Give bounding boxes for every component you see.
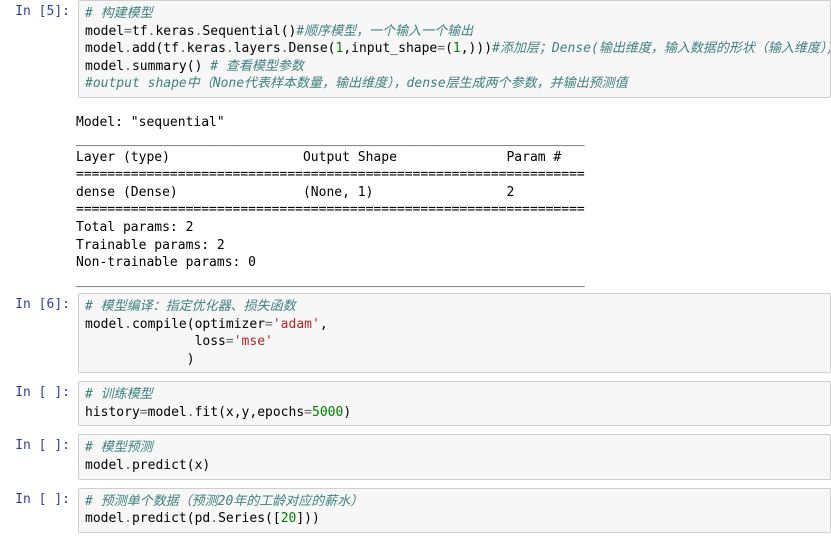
code-token: .: [281, 41, 289, 56]
code-token: layers: [234, 41, 281, 56]
code-token: =: [124, 24, 132, 39]
comment: # 模型预测: [85, 440, 153, 455]
code-token: .: [187, 405, 195, 420]
model-summary-output: Model: "sequential" ____________________…: [70, 110, 831, 293]
code-token: model: [85, 317, 124, 332]
code-token: model: [85, 24, 124, 39]
code-token: add(tf: [132, 41, 179, 56]
code-token: model: [85, 511, 124, 526]
output-line: Non-trainable params: 0: [76, 255, 256, 270]
code-token: model: [85, 458, 124, 473]
code-input-8[interactable]: # 模型预测 model.predict(x): [78, 434, 831, 479]
comment: # 查看模型参数: [210, 59, 304, 74]
code-input-9[interactable]: # 预测单个数据（预测20年的工龄对应的薪水） model.predict(pd…: [78, 488, 831, 533]
prompt-in-7: In [ ]:: [0, 381, 78, 426]
comment: # 模型编译：指定优化器、损失函数: [85, 299, 296, 314]
output-line: ========================================…: [76, 167, 585, 182]
code-token: history: [85, 405, 140, 420]
code-token: 'mse': [234, 334, 273, 349]
out-prompt-blank: [0, 106, 70, 293]
comment: # 预测单个数据（预测20年的工龄对应的薪水）: [85, 494, 363, 509]
code-token: predict(pd: [132, 511, 210, 526]
prompt-in-8: In [ ]:: [0, 434, 78, 479]
output-line: Trainable params: 2: [76, 238, 225, 253]
comment: #顺序模型，一个输入一个输出: [296, 24, 473, 39]
code-token: .: [226, 41, 234, 56]
code-token: ): [85, 352, 195, 367]
output-line: Layer (type) Output Shape Param #: [76, 150, 585, 165]
code-token: =: [265, 317, 273, 332]
comment: #添加层；Dense(输出维度，输入数据的形状（输入维度）): [492, 41, 831, 56]
code-token: ): [343, 405, 351, 420]
output-line: Total params: 2: [76, 220, 193, 235]
code-cell-5: In [5]: # 构建模型 model=tf.keras.Sequential…: [0, 0, 831, 98]
code-token: keras: [155, 24, 194, 39]
code-token: model: [85, 59, 124, 74]
code-token: model: [85, 41, 124, 56]
code-token: =: [304, 405, 312, 420]
output-line: ========================================…: [76, 202, 585, 217]
comment: # 训练模型: [85, 387, 153, 402]
prompt-in-9: In [ ]:: [0, 488, 78, 533]
output-line: ________________________________________…: [76, 132, 585, 147]
code-token: ,))): [461, 41, 492, 56]
comment: #output shape中（None代表样本数量，输出维度），dense层生成…: [85, 76, 628, 91]
output-line: dense (Dense) (None, 1) 2: [76, 185, 585, 200]
code-token: .: [179, 41, 187, 56]
code-input-7[interactable]: # 训练模型 history=model.fit(x,y,epochs=5000…: [78, 381, 831, 426]
code-token: compile(optimizer: [132, 317, 265, 332]
code-token: model: [148, 405, 187, 420]
code-input-5[interactable]: # 构建模型 model=tf.keras.Sequential()#顺序模型，…: [78, 0, 831, 98]
code-token: 'adam': [273, 317, 320, 332]
code-token: (: [445, 41, 453, 56]
code-token: Sequential(): [202, 24, 296, 39]
code-token: 20: [281, 511, 297, 526]
code-cell-8: In [ ]: # 模型预测 model.predict(x): [0, 434, 831, 479]
code-token: Dense(: [289, 41, 336, 56]
prompt-in-5: In [5]:: [0, 0, 78, 98]
code-cell-9: In [ ]: # 预测单个数据（预测20年的工龄对应的薪水） model.pr…: [0, 488, 831, 533]
code-input-6[interactable]: # 模型编译：指定优化器、损失函数 model.compile(optimize…: [78, 293, 831, 373]
code-token: 1: [453, 41, 461, 56]
code-token: .: [210, 511, 218, 526]
code-token: .: [124, 511, 132, 526]
output-line: ________________________________________…: [76, 273, 585, 288]
code-token: =: [226, 334, 234, 349]
code-token: loss: [85, 334, 226, 349]
code-token: ])): [296, 511, 319, 526]
code-token: tf: [132, 24, 148, 39]
code-token: .: [124, 41, 132, 56]
code-cell-7: In [ ]: # 训练模型 history=model.fit(x,y,epo…: [0, 381, 831, 426]
code-token: =: [437, 41, 445, 56]
code-token: .: [124, 458, 132, 473]
comment: # 构建模型: [85, 6, 153, 21]
code-token: 5000: [312, 405, 343, 420]
code-token: ,input_shape: [343, 41, 437, 56]
code-token: =: [140, 405, 148, 420]
output-cell-5: Model: "sequential" ____________________…: [0, 106, 831, 293]
code-token: .: [124, 59, 132, 74]
prompt-in-6: In [6]:: [0, 293, 78, 373]
code-token: predict(x): [132, 458, 210, 473]
code-token: fit(x,y,epochs: [195, 405, 305, 420]
output-line: Model: "sequential": [76, 115, 225, 130]
code-token: ,: [320, 317, 328, 332]
code-token: summary(): [132, 59, 210, 74]
code-cell-6: In [6]: # 模型编译：指定优化器、损失函数 model.compile(…: [0, 293, 831, 373]
code-token: Series([: [218, 511, 281, 526]
code-token: .: [124, 317, 132, 332]
code-token: keras: [187, 41, 226, 56]
